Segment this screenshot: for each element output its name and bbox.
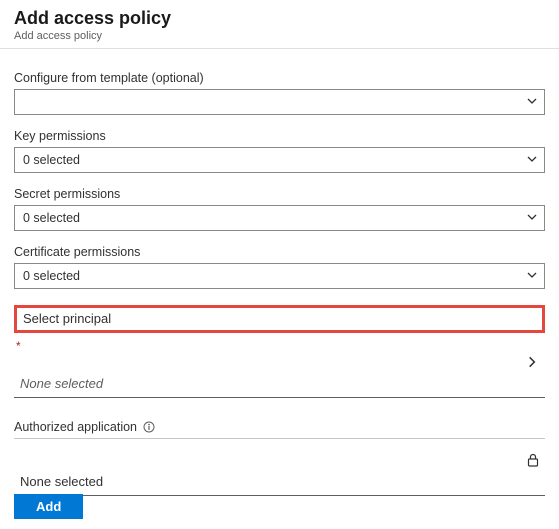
- select-principal-value: None selected: [14, 372, 545, 397]
- field-secret-permissions: Secret permissions 0 selected: [14, 187, 545, 231]
- label-secret-permissions: Secret permissions: [14, 187, 545, 201]
- highlight-select-principal: Select principal: [14, 305, 545, 333]
- page-title: Add access policy: [14, 8, 545, 29]
- label-authorized-application: Authorized application: [14, 420, 137, 434]
- chevron-down-icon: [526, 211, 538, 226]
- chevron-down-icon: [526, 95, 538, 110]
- label-certificate-permissions: Certificate permissions: [14, 245, 545, 259]
- select-value: 0 selected: [23, 211, 80, 225]
- panel-footer: Add: [14, 494, 83, 519]
- chevron-right-icon: [525, 355, 539, 372]
- asterisk-icon: *: [16, 339, 21, 353]
- select-value: 0 selected: [23, 153, 80, 167]
- info-icon[interactable]: [143, 421, 155, 433]
- chevron-down-icon: [526, 269, 538, 284]
- select-certificate-permissions[interactable]: 0 selected: [14, 263, 545, 289]
- field-authorized-application: Authorized application: [14, 420, 545, 434]
- select-configure-template[interactable]: [14, 89, 545, 115]
- page-subtitle: Add access policy: [14, 30, 545, 42]
- panel-content: Configure from template (optional) Key p…: [0, 49, 559, 506]
- add-button[interactable]: Add: [14, 494, 83, 519]
- select-key-permissions[interactable]: 0 selected: [14, 147, 545, 173]
- select-value: 0 selected: [23, 269, 80, 283]
- section-title-select-principal: Select principal: [23, 311, 536, 326]
- lock-icon: [527, 453, 539, 470]
- field-certificate-permissions: Certificate permissions 0 selected: [14, 245, 545, 289]
- select-principal-picker[interactable]: [14, 353, 545, 372]
- chevron-down-icon: [526, 153, 538, 168]
- divider: [14, 397, 545, 398]
- panel-header: Add access policy Add access policy: [0, 0, 559, 49]
- authorized-application-picker: [14, 439, 545, 470]
- divider: [14, 495, 545, 496]
- label-configure-template: Configure from template (optional): [14, 71, 545, 85]
- select-secret-permissions[interactable]: 0 selected: [14, 205, 545, 231]
- required-indicator: *: [14, 339, 545, 353]
- label-key-permissions: Key permissions: [14, 129, 545, 143]
- field-configure-template: Configure from template (optional): [14, 71, 545, 115]
- field-key-permissions: Key permissions 0 selected: [14, 129, 545, 173]
- authorized-application-value: None selected: [14, 470, 545, 495]
